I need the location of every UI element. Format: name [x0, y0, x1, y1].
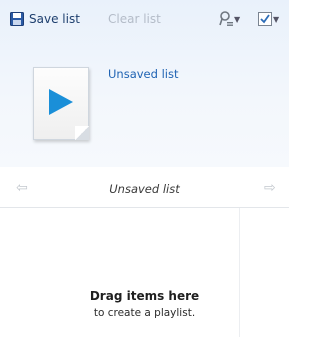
checkbox-options-icon	[258, 12, 272, 26]
list-options-button[interactable]: ▼	[219, 10, 240, 28]
playlist-art	[33, 67, 89, 140]
list-toolbar: Save list Clear list ▼ ▼	[0, 0, 289, 34]
empty-list-title: Drag items here	[89, 289, 200, 303]
save-list-button[interactable]: Save list	[10, 10, 80, 28]
empty-list-subtitle: to create a playlist.	[93, 307, 196, 319]
divider	[0, 207, 289, 208]
save-disk-icon	[10, 12, 24, 26]
page-fold	[75, 126, 89, 140]
chevron-down-icon: ▼	[273, 14, 280, 24]
list-options-icon	[219, 11, 233, 26]
chevron-down-icon: ▼	[234, 14, 241, 24]
clear-list-label: Clear list	[108, 12, 161, 26]
playlist-navigation: ⇦ Unsaved list ⇨	[0, 178, 289, 200]
play-icon	[49, 89, 73, 115]
playlist-pane: Save list Clear list ▼ ▼ Unsaved list ⇦ …	[0, 0, 289, 337]
save-list-label: Save list	[29, 12, 80, 26]
clear-list-button[interactable]: Clear list	[108, 10, 161, 28]
playlist-view-options-button[interactable]: ▼	[258, 10, 279, 28]
playlist-title: Unsaved list	[109, 182, 180, 196]
playlist-name-link[interactable]: Unsaved list	[108, 67, 178, 81]
arrow-right-icon[interactable]: ⇨	[264, 180, 276, 196]
